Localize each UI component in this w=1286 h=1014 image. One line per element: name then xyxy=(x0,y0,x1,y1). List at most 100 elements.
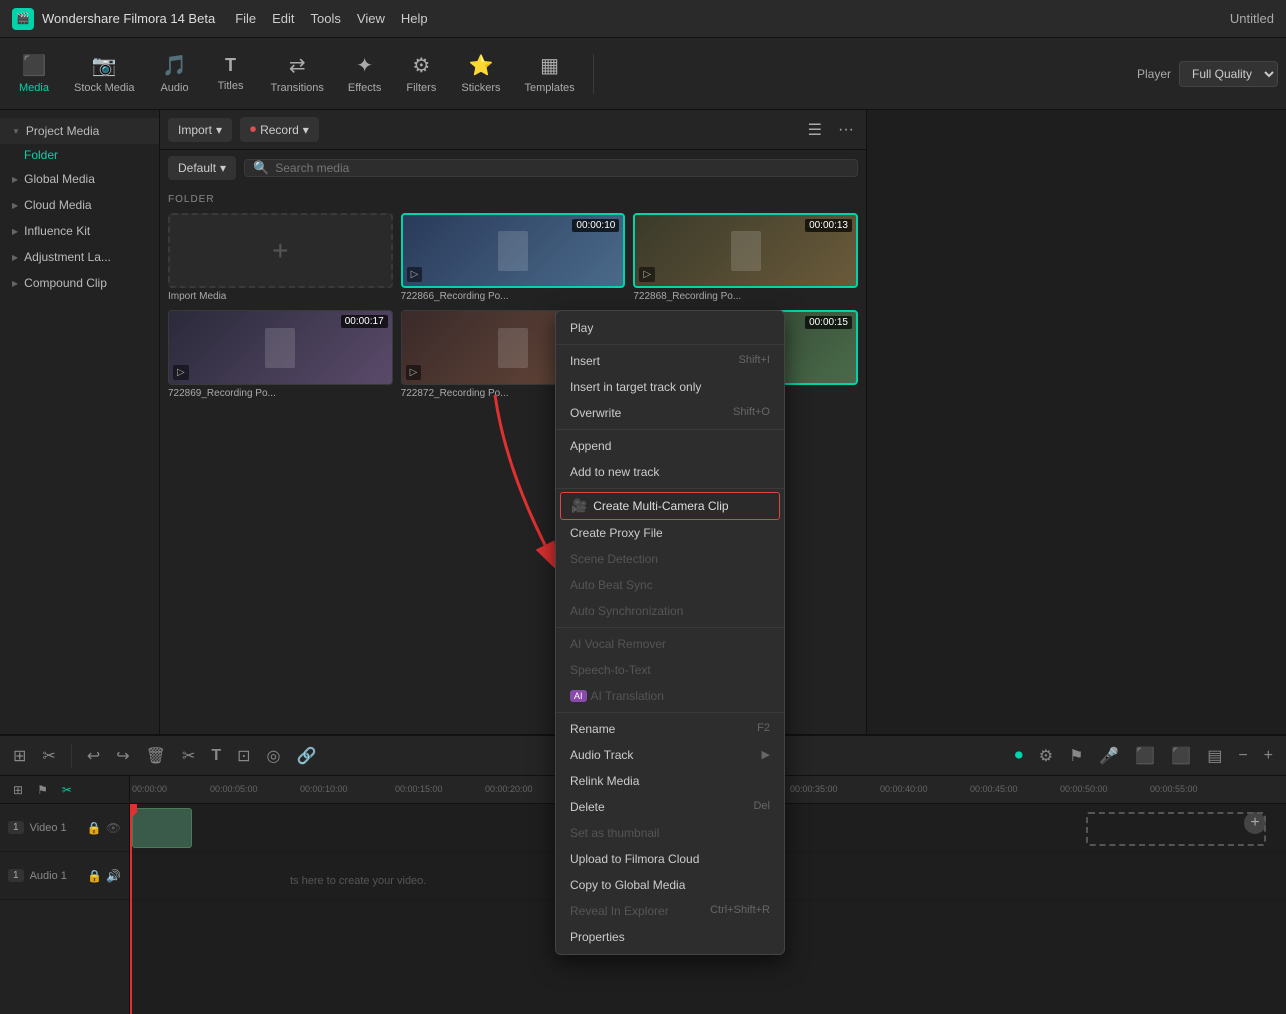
record-button[interactable]: ⏺ Record ▾ xyxy=(240,117,319,142)
tl-mic-btn[interactable]: 🎤 xyxy=(1094,742,1124,770)
ruler-mark-3: 00:00:15:00 xyxy=(395,784,443,794)
insert-shortcut: Shift+I xyxy=(739,354,771,368)
ctx-rename[interactable]: Rename F2 xyxy=(556,716,784,742)
ctx-create-multicam[interactable]: 🎥 Create Multi-Camera Clip xyxy=(560,492,780,520)
tl-magnet-btn[interactable]: ✂ xyxy=(37,742,60,770)
media-thumbnail[interactable]: 00:00:10 ▷ xyxy=(401,213,626,288)
tl-zoom-out-btn[interactable]: − xyxy=(1233,743,1252,769)
toolbar-stock-media[interactable]: 📷 Stock Media xyxy=(64,47,145,100)
ctx-append[interactable]: Append xyxy=(556,433,784,459)
tl-zoom-in-btn[interactable]: + xyxy=(1259,743,1278,769)
media-thumbnail[interactable]: 00:00:13 ▷ xyxy=(633,213,858,288)
filter-icon-button[interactable]: ☰ xyxy=(804,116,826,144)
tl-subtitle-btn[interactable]: ▤ xyxy=(1202,742,1227,770)
ctx-delete[interactable]: Delete Del xyxy=(556,794,784,820)
tl-split-audio-btn[interactable]: ⬛ xyxy=(1166,742,1196,770)
toolbar-filters[interactable]: ⚙ Filters xyxy=(395,47,447,100)
adjustment-label: Adjustment La... xyxy=(24,250,111,264)
context-menu: Play Insert Shift+I Insert in target tra… xyxy=(555,310,785,955)
audio1-num: 1 xyxy=(8,869,24,882)
import-button[interactable]: Import ▾ xyxy=(168,118,232,142)
tl-marker-btn[interactable]: ⚑ xyxy=(1064,742,1088,770)
sidebar-item-cloud-media[interactable]: ▶ Cloud Media xyxy=(0,192,159,218)
ai-translation-content: AI AI Translation xyxy=(570,689,664,703)
ctx-play[interactable]: Play xyxy=(556,315,784,341)
more-options-button[interactable]: ··· xyxy=(834,117,858,143)
tl-settings-btn[interactable]: ⚙ xyxy=(1034,742,1058,770)
ctx-insert-target[interactable]: Insert in target track only xyxy=(556,374,784,400)
quality-select[interactable]: Full Quality xyxy=(1179,61,1278,87)
tl-flag-btn[interactable]: ⚑ xyxy=(32,779,53,801)
tl-redo-btn[interactable]: ↪ xyxy=(111,742,134,770)
video1-lock-icon[interactable]: 🔒 xyxy=(87,821,102,835)
tl-undo-btn[interactable]: ↩ xyxy=(82,742,105,770)
ctx-copy-global[interactable]: Copy to Global Media xyxy=(556,872,784,898)
audio1-mute-icon[interactable]: 🔊 xyxy=(106,869,121,883)
list-item[interactable]: + Import Media xyxy=(168,213,393,302)
media-thumbnail[interactable]: 00:00:17 ▷ xyxy=(168,310,393,385)
ctx-create-proxy[interactable]: Create Proxy File xyxy=(556,520,784,546)
ruler-mark-1: 00:00:05:00 xyxy=(210,784,258,794)
tl-ai-cut-btn[interactable]: ✂ xyxy=(57,779,77,801)
audio-track-label: Audio Track xyxy=(570,748,633,762)
sidebar-item-influence-kit[interactable]: ▶ Influence Kit xyxy=(0,218,159,244)
tl-right-controls: ⏺ ⚙ ⚑ 🎤 ⬛ ⬛ ▤ − + xyxy=(1010,742,1278,770)
sidebar-item-compound-clip[interactable]: ▶ Compound Clip xyxy=(0,270,159,296)
toolbar-stickers[interactable]: ⭐ Stickers xyxy=(451,47,510,100)
import-placeholder[interactable]: + xyxy=(168,213,393,288)
expand-arrow-adjustment: ▶ xyxy=(12,253,18,262)
toolbar-effects[interactable]: ✦ Effects xyxy=(338,47,391,100)
ctx-properties[interactable]: Properties xyxy=(556,924,784,950)
sidebar-item-project-media[interactable]: ▼ Project Media xyxy=(0,118,159,144)
tl-split-btn[interactable]: ✂ xyxy=(177,742,200,770)
tl-text-btn[interactable]: T xyxy=(206,743,226,769)
tl-record-btn[interactable]: ⏺ xyxy=(1010,743,1028,769)
insert-target-label: Insert in target track only xyxy=(570,380,701,394)
audio1-lock-icon[interactable]: 🔒 xyxy=(87,869,102,883)
menu-file[interactable]: File xyxy=(235,11,256,26)
menu-help[interactable]: Help xyxy=(401,11,428,26)
rename-shortcut: F2 xyxy=(757,722,770,736)
tl-color-btn[interactable]: ◎ xyxy=(262,742,286,770)
tl-crop-btn[interactable]: ⊡ xyxy=(232,742,255,770)
ctx-upload-filmora[interactable]: Upload to Filmora Cloud xyxy=(556,846,784,872)
menu-tools[interactable]: Tools xyxy=(311,11,341,26)
list-item[interactable]: 00:00:13 ▷ 722868_Recording Po... xyxy=(633,213,858,302)
audio1-label: Audio 1 xyxy=(30,870,67,882)
video-clip[interactable] xyxy=(132,808,192,848)
global-media-label: Global Media xyxy=(24,172,95,186)
tl-voiceover-btn[interactable]: ⬛ xyxy=(1130,742,1160,770)
ctx-overwrite[interactable]: Overwrite Shift+O xyxy=(556,400,784,426)
ctx-relink-media[interactable]: Relink Media xyxy=(556,768,784,794)
search-input[interactable] xyxy=(275,161,849,175)
list-item[interactable]: 00:00:10 ▷ 722866_Recording Po... xyxy=(401,213,626,302)
stock-icon: 📷 xyxy=(92,53,117,78)
default-dropdown[interactable]: Default ▾ xyxy=(168,156,236,180)
video1-hide-icon[interactable]: 👁 xyxy=(106,821,121,835)
titles-icon: T xyxy=(225,55,236,76)
add-new-track-label: Add to new track xyxy=(570,465,659,479)
ctx-add-new-track[interactable]: Add to new track xyxy=(556,459,784,485)
tl-scene-btn[interactable]: ⊞ xyxy=(8,742,31,770)
toolbar-audio[interactable]: 🎵 Audio xyxy=(149,47,201,100)
ctx-insert[interactable]: Insert Shift+I xyxy=(556,348,784,374)
menu-view[interactable]: View xyxy=(357,11,385,26)
tl-link-btn[interactable]: 🔗 xyxy=(292,742,322,770)
ctx-audio-track[interactable]: Audio Track ▶ xyxy=(556,742,784,768)
toolbar-transitions[interactable]: ⇄ Transitions xyxy=(261,47,334,100)
list-item[interactable]: 00:00:17 ▷ 722869_Recording Po... xyxy=(168,310,393,399)
drop-text: ts here to create your video. xyxy=(290,875,426,887)
toolbar-media[interactable]: ⬛ Media xyxy=(8,47,60,100)
sidebar-item-global-media[interactable]: ▶ Global Media xyxy=(0,166,159,192)
tl-grid-btn[interactable]: ⊞ xyxy=(8,779,28,801)
folder-label: Folder xyxy=(24,148,58,162)
toolbar-titles[interactable]: T Titles xyxy=(205,49,257,98)
menu-edit[interactable]: Edit xyxy=(272,11,294,26)
sidebar-item-adjustment[interactable]: ▶ Adjustment La... xyxy=(0,244,159,270)
relink-media-label: Relink Media xyxy=(570,774,639,788)
ai-translation-label: AI Translation xyxy=(591,689,664,703)
project-media-label: Project Media xyxy=(26,124,99,138)
sidebar-folder[interactable]: Folder xyxy=(0,144,159,166)
toolbar-templates[interactable]: ▦ Templates xyxy=(514,47,584,100)
tl-delete-btn[interactable]: 🗑 xyxy=(141,742,171,770)
